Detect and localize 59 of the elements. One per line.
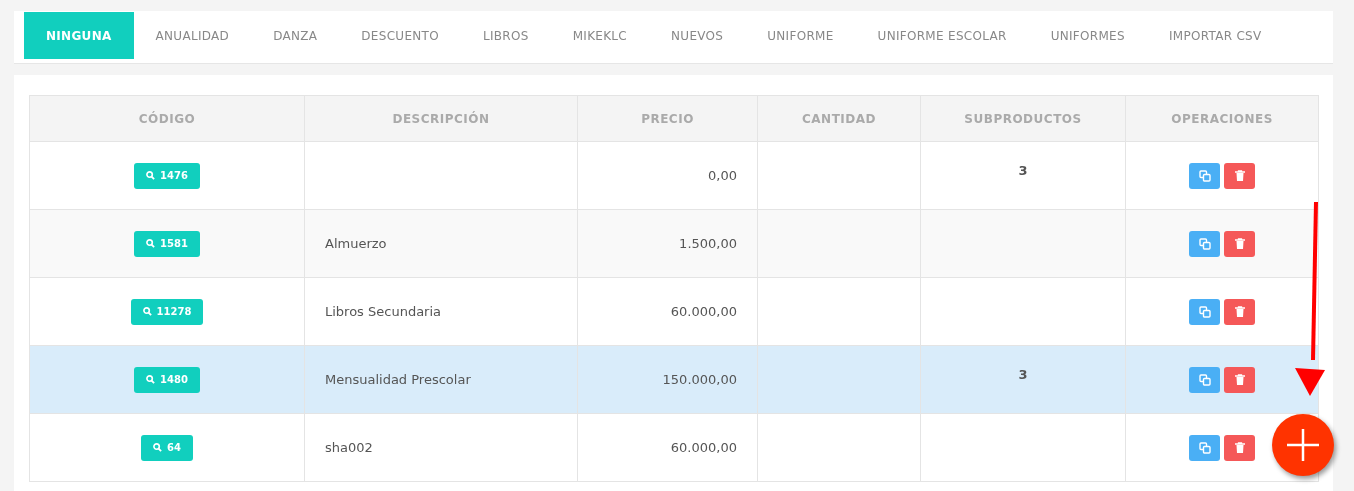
column-header: PRECIO — [578, 95, 758, 142]
trash-icon — [1234, 306, 1245, 317]
plus-icon — [1286, 428, 1320, 462]
column-header: SUBPRODUCTOS — [921, 95, 1126, 142]
column-header: OPERACIONES — [1126, 95, 1319, 142]
description-text: sha002 — [325, 438, 373, 457]
copy-button[interactable] — [1189, 434, 1220, 461]
tab[interactable]: DESCUENTO — [339, 12, 461, 59]
tab[interactable]: DANZA — [251, 12, 340, 59]
copy-icon — [1198, 237, 1211, 250]
tab[interactable]: MIKEKLC — [550, 12, 650, 59]
copy-button[interactable] — [1189, 162, 1220, 189]
code-button[interactable]: 1480 — [134, 366, 200, 393]
delete-button[interactable] — [1224, 434, 1255, 461]
search-icon — [146, 375, 156, 384]
subproducts-count: 3 — [1018, 365, 1028, 384]
code-button[interactable]: 64 — [141, 434, 193, 461]
copy-icon — [1198, 305, 1211, 318]
column-header: CANTIDAD — [758, 95, 921, 142]
trash-icon — [1234, 374, 1245, 385]
tab[interactable]: IMPORTAR CSV — [1146, 12, 1284, 59]
price-text: 150.000,00 — [662, 370, 737, 389]
search-icon — [146, 239, 156, 248]
tab[interactable]: UNIFORME — [745, 12, 856, 59]
tab[interactable]: NUEVOS — [649, 12, 746, 59]
delete-button[interactable] — [1224, 366, 1255, 393]
column-header: CÓDIGO — [30, 95, 305, 142]
price-text: 60.000,00 — [670, 438, 737, 457]
subproducts-count: 3 — [1018, 161, 1028, 180]
code-button[interactable]: 11278 — [130, 298, 204, 325]
copy-icon — [1198, 441, 1211, 454]
copy-button[interactable] — [1189, 230, 1220, 257]
copy-button[interactable] — [1189, 298, 1220, 325]
delete-button[interactable] — [1224, 230, 1255, 257]
tab[interactable]: UNIFORME ESCOLAR — [855, 12, 1029, 59]
copy-button[interactable] — [1189, 366, 1220, 393]
column-header: DESCRIPCIÓN — [305, 95, 578, 142]
tab[interactable]: NINGUNA — [24, 12, 134, 59]
description-text: Mensualidad Prescolar — [325, 370, 471, 389]
delete-button[interactable] — [1224, 298, 1255, 325]
price-text: 60.000,00 — [670, 302, 737, 321]
trash-icon — [1234, 170, 1245, 181]
code-button[interactable]: 1476 — [134, 162, 200, 189]
search-icon — [153, 443, 163, 452]
copy-icon — [1198, 169, 1211, 182]
trash-icon — [1234, 238, 1245, 249]
search-icon — [142, 307, 152, 316]
price-text: 0,00 — [708, 166, 737, 185]
tab[interactable]: ANUALIDAD — [133, 12, 252, 59]
description-text: Libros Secundaria — [325, 302, 442, 321]
copy-icon — [1198, 373, 1211, 386]
description-text: Almuerzo — [325, 234, 387, 253]
price-text: 1.500,00 — [679, 234, 737, 253]
code-button[interactable]: 1581 — [134, 230, 200, 257]
tab[interactable]: LIBROS — [460, 12, 551, 59]
trash-icon — [1234, 442, 1245, 453]
search-icon — [146, 171, 156, 180]
tab[interactable]: UNIFORMES — [1028, 12, 1147, 59]
delete-button[interactable] — [1224, 162, 1255, 189]
